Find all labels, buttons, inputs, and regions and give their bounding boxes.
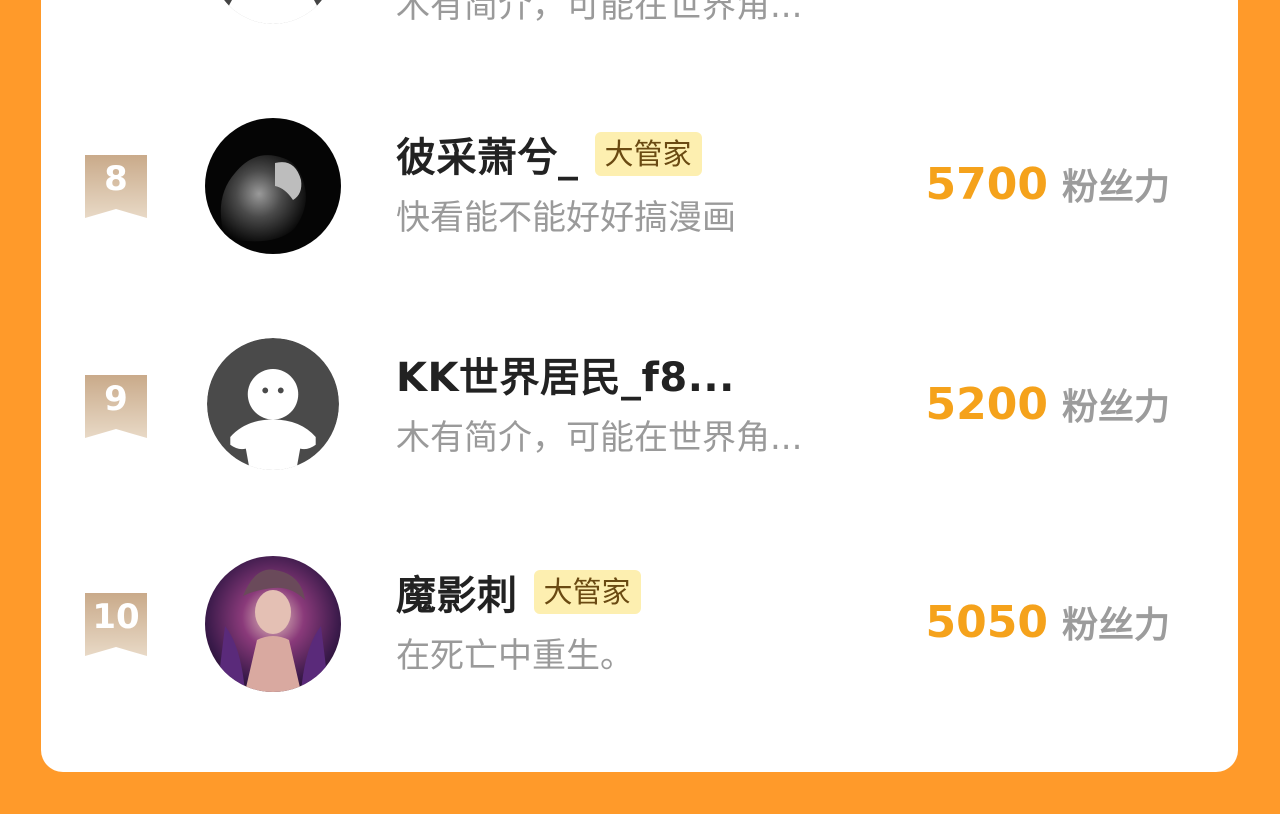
role-badge: 大管家 bbox=[594, 132, 702, 176]
rank-badge: 10 bbox=[85, 593, 147, 656]
default-avatar[interactable] bbox=[207, 338, 339, 470]
list-item[interactable]: 9 KK世界居民_f8... 木有简介，可能在世界角... 5200 粉丝力 bbox=[41, 338, 1238, 478]
user-name[interactable]: KK世界居民_f8... bbox=[396, 345, 735, 403]
ranking-card: 木有简介，可能在世界角... 8 彼采萧兮_ 大管家 快看能不能好好搞漫画 57… bbox=[41, 0, 1238, 772]
rank-number: 9 bbox=[104, 379, 128, 419]
rank-number: 8 bbox=[104, 159, 128, 199]
user-name[interactable]: 魔影刺 bbox=[396, 563, 518, 621]
rank-badge: 8 bbox=[85, 155, 147, 218]
avatar[interactable] bbox=[211, 0, 335, 24]
fan-score: 5700 粉丝力 bbox=[926, 158, 1170, 210]
rank-badge: 9 bbox=[85, 375, 147, 438]
user-bio: 木有简介，可能在世界角... bbox=[396, 0, 803, 26]
score-value: 5050 bbox=[925, 597, 1048, 648]
user-bio: 在死亡中重生。 bbox=[396, 636, 634, 676]
fan-score: 5050 粉丝力 bbox=[926, 596, 1170, 648]
score-value: 5200 bbox=[925, 379, 1048, 430]
user-bio: 快看能不能好好搞漫画 bbox=[396, 198, 736, 238]
role-badge: 大管家 bbox=[533, 570, 641, 614]
name-line: 彼采萧兮_ 大管家 bbox=[396, 126, 702, 182]
anime-avatar[interactable] bbox=[205, 556, 341, 692]
name-line: KK世界居民_f8... bbox=[396, 346, 735, 402]
list-item[interactable]: 8 彼采萧兮_ 大管家 快看能不能好好搞漫画 5700 粉丝力 bbox=[41, 118, 1238, 258]
list-item-partial[interactable]: 木有简介，可能在世界角... bbox=[41, 0, 1238, 40]
score-value: 5700 bbox=[925, 159, 1048, 210]
user-bio: 木有简介，可能在世界角... bbox=[396, 418, 803, 458]
lion-avatar[interactable] bbox=[205, 118, 341, 254]
rank-number: 10 bbox=[92, 597, 140, 637]
list-item[interactable]: 10 魔影刺 大管家 在死亡中重生。 5050 粉丝力 bbox=[41, 556, 1238, 696]
fan-score: 5200 粉丝力 bbox=[926, 378, 1170, 430]
name-line: 魔影刺 大管家 bbox=[396, 564, 641, 620]
score-unit: 粉丝力 bbox=[1061, 387, 1170, 428]
user-name[interactable]: 彼采萧兮_ bbox=[396, 125, 579, 183]
score-unit: 粉丝力 bbox=[1061, 167, 1170, 208]
score-unit: 粉丝力 bbox=[1061, 605, 1170, 646]
